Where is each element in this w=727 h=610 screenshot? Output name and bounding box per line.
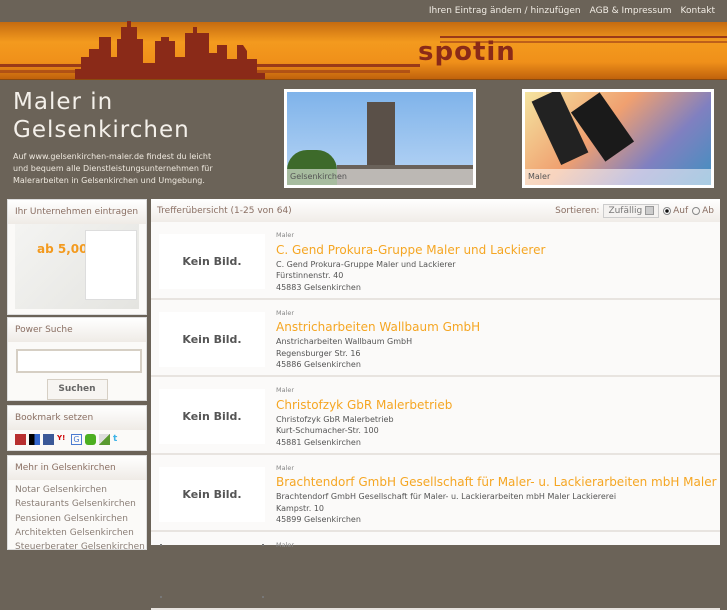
nav-edit-entry[interactable]: Ihren Eintrag ändern / hinzufügen — [429, 6, 581, 16]
sort-desc-label: Ab — [702, 205, 714, 216]
result-street: Kampstr. 10 — [276, 503, 325, 513]
sort-asc-radio[interactable] — [663, 206, 672, 215]
linkarena-icon[interactable] — [85, 434, 96, 445]
facebook-icon[interactable] — [43, 434, 54, 445]
sort-select[interactable]: Zufällig — [603, 203, 660, 218]
yahoo-icon[interactable]: Y! — [57, 434, 68, 445]
top-nav: Ihren Eintrag ändern / hinzufügen AGB & … — [429, 0, 715, 22]
result-row: Kein Bild. Maler C. Gend Prokura-Gruppe Ma… — [151, 222, 720, 300]
more-link[interactable]: Restaurants Gelsenkirchen — [8, 497, 146, 511]
result-row: Kein Bild. Maler Anstricharbeiten Wallbaum… — [151, 300, 720, 377]
result-street: Regensburger Str. 16 — [276, 348, 361, 358]
more-link[interactable]: Architekten Gelsenkirchen — [8, 526, 146, 540]
delicious-icon[interactable] — [29, 434, 40, 445]
chevron-down-icon — [645, 205, 655, 215]
more-title: Mehr in Gelsenkirchen — [8, 456, 146, 480]
power-search-title: Power Suche — [8, 318, 146, 342]
bookmark-box: Bookmark setzen Y! G t — [7, 405, 147, 451]
result-row: Kein Bild. Maler Brachtendorf GmbH Gesells… — [151, 455, 720, 532]
result-company: Anstricharbeiten Wallbaum GmbH — [276, 337, 413, 346]
nav-contact[interactable]: Kontakt — [681, 6, 715, 16]
results-panel: Trefferübersicht (1-25 von 64) Sortieren… — [151, 199, 720, 610]
more-link[interactable]: Notar Gelsenkirchen — [8, 483, 146, 497]
photo-maler: Maler — [522, 89, 714, 188]
result-title-link[interactable]: Anstricharbeiten Wallbaum GmbH — [276, 319, 480, 335]
skyline-icon — [75, 21, 275, 79]
result-title-link[interactable]: Brachtendorf GmbH Gesellschaft für Maler… — [276, 474, 720, 490]
result-category: Maler — [276, 386, 295, 394]
result-company: C. Gend Prokura-Gruppe Maler und Lackier… — [276, 259, 456, 269]
banner: spotin — [0, 21, 727, 80]
more-link[interactable]: Pensionen Gelsenkirchen — [8, 512, 146, 526]
result-category: Maler — [276, 541, 295, 549]
no-image-placeholder: Kein Bild. — [159, 234, 265, 289]
search-button[interactable]: Suchen — [46, 378, 108, 400]
result-city: 45899 Gelsenkirchen — [276, 515, 361, 524]
result-company: Christofzyk GbR Malerbetrieb — [276, 414, 394, 424]
page-title: Maler in Gelsenkirchen — [13, 89, 190, 143]
result-street: Fürstinnenstr. 40 — [276, 271, 344, 280]
photo-caption: Maler — [525, 169, 711, 185]
more-box: Mehr in Gelsenkirchen Notar Gelsenkirche… — [7, 455, 147, 552]
result-company: Brachtendorf GmbH Gesellschaft für Maler… — [276, 492, 617, 501]
results-summary: Trefferübersicht (1-25 von 64) — [157, 205, 292, 216]
power-search-box: Power Suche Suchen — [7, 317, 147, 401]
register-title: Ihr Unternehmen eintragen — [8, 200, 146, 224]
nav-agb-impressum[interactable]: AGB & Impressum — [590, 6, 672, 16]
result-category: Maler — [276, 308, 295, 317]
site-logo[interactable]: spotin — [418, 37, 516, 67]
result-city: 45886 Gelsenkirchen — [276, 360, 361, 369]
bookmark-title: Bookmark setzen — [8, 406, 146, 430]
intro-text: Auf www.gelsenkirchen-maler.de findest d… — [13, 152, 213, 185]
sort-label: Sortieren: — [555, 205, 600, 216]
photo-gelsenkirchen: Gelsenkirchen — [284, 89, 476, 188]
no-image-placeholder: Kein Bild. — [159, 311, 265, 367]
result-row: Maler — [151, 532, 720, 610]
mister-wong-icon[interactable] — [15, 434, 26, 445]
google-icon[interactable]: G — [71, 434, 82, 445]
result-category: Maler — [276, 231, 295, 239]
register-box: Ihr Unternehmen eintragen ab 5,00 — [7, 199, 147, 315]
result-street: Kurt-Schumacher-Str. 100 — [276, 426, 379, 435]
more-link[interactable]: Steuerberater Gelsenkirchen — [8, 540, 146, 554]
result-city: 45883 Gelsenkirchen — [276, 282, 361, 292]
sort-asc-label: Auf — [673, 205, 689, 216]
webnews-icon[interactable] — [99, 434, 110, 445]
sort-desc-radio[interactable] — [692, 206, 701, 215]
photo-caption: Gelsenkirchen — [287, 169, 473, 185]
result-title-link[interactable]: C. Gend Prokura-Gruppe Maler und Lackier… — [276, 242, 545, 258]
result-city: 45881 Gelsenkirchen — [276, 437, 361, 447]
result-category: Maler — [276, 463, 295, 472]
result-row: Kein Bild. Maler Christofzyk GbR Malerbetr… — [151, 377, 720, 455]
search-input[interactable] — [16, 349, 142, 373]
twitter-icon[interactable]: t — [113, 434, 124, 445]
no-image-placeholder: Kein Bild. — [159, 466, 265, 522]
no-image-placeholder: Kein Bild. — [159, 389, 265, 444]
result-title-link[interactable]: Christofzyk GbR Malerbetrieb — [276, 397, 452, 413]
register-promo-image[interactable]: ab 5,00 — [15, 224, 139, 309]
